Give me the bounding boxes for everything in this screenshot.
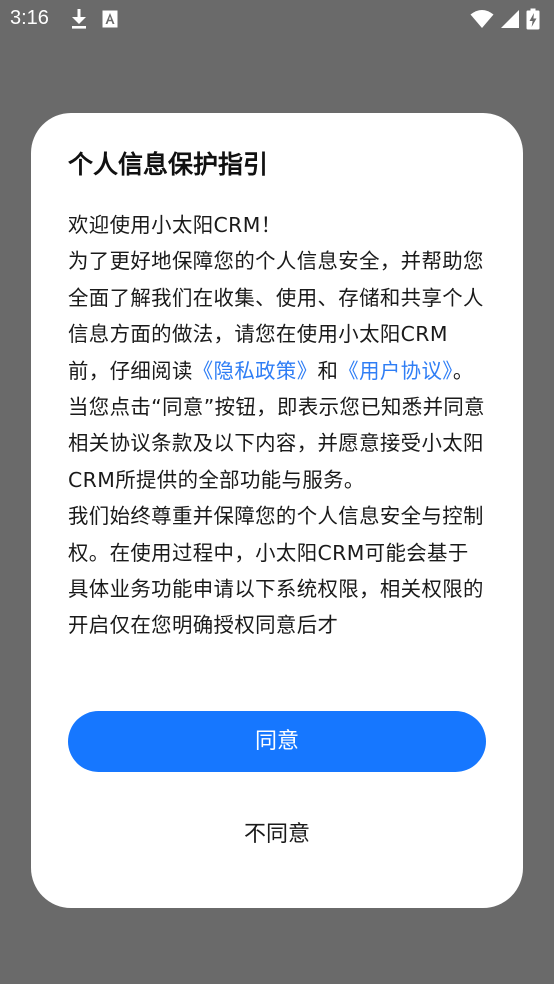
agree-button[interactable]: 同意 bbox=[68, 711, 486, 772]
battery-icon bbox=[526, 8, 540, 30]
privacy-policy-link[interactable]: 《隐私政策》 bbox=[193, 359, 318, 383]
and-text: 和 bbox=[317, 358, 339, 383]
signal-icon bbox=[500, 9, 520, 29]
download-icon bbox=[70, 8, 88, 30]
user-agreement-link[interactable]: 《用户协议》 bbox=[338, 359, 453, 383]
status-bar: 3:16 bbox=[0, 0, 554, 38]
privacy-dialog: 个人信息保护指引 欢迎使用小太阳CRM！ 为了更好地保障您的个人信息安全，并帮助… bbox=[31, 113, 523, 908]
disagree-button[interactable]: 不同意 bbox=[68, 808, 486, 862]
wifi-icon bbox=[470, 9, 494, 29]
welcome-text: 欢迎使用小太阳CRM！ bbox=[68, 213, 282, 237]
dialog-title: 个人信息保护指引 bbox=[68, 150, 269, 179]
permissions-paragraph: 我们始终尊重并保障您的个人信息安全与控制权。在使用过程中，小太阳CRM可能会基于… bbox=[68, 504, 484, 638]
policy-paragraph: 为了更好地保障您的个人信息安全，并帮助您全面了解我们在收集、使用、存储和共享个人… bbox=[68, 243, 488, 498]
status-time: 3:16 bbox=[10, 7, 49, 29]
a-notification-icon bbox=[102, 10, 118, 28]
dialog-content[interactable]: 欢迎使用小太阳CRM！ 为了更好地保障您的个人信息安全，并帮助您全面了解我们在收… bbox=[68, 207, 488, 655]
status-system-icons bbox=[470, 8, 540, 30]
status-notification-icons bbox=[70, 8, 118, 30]
